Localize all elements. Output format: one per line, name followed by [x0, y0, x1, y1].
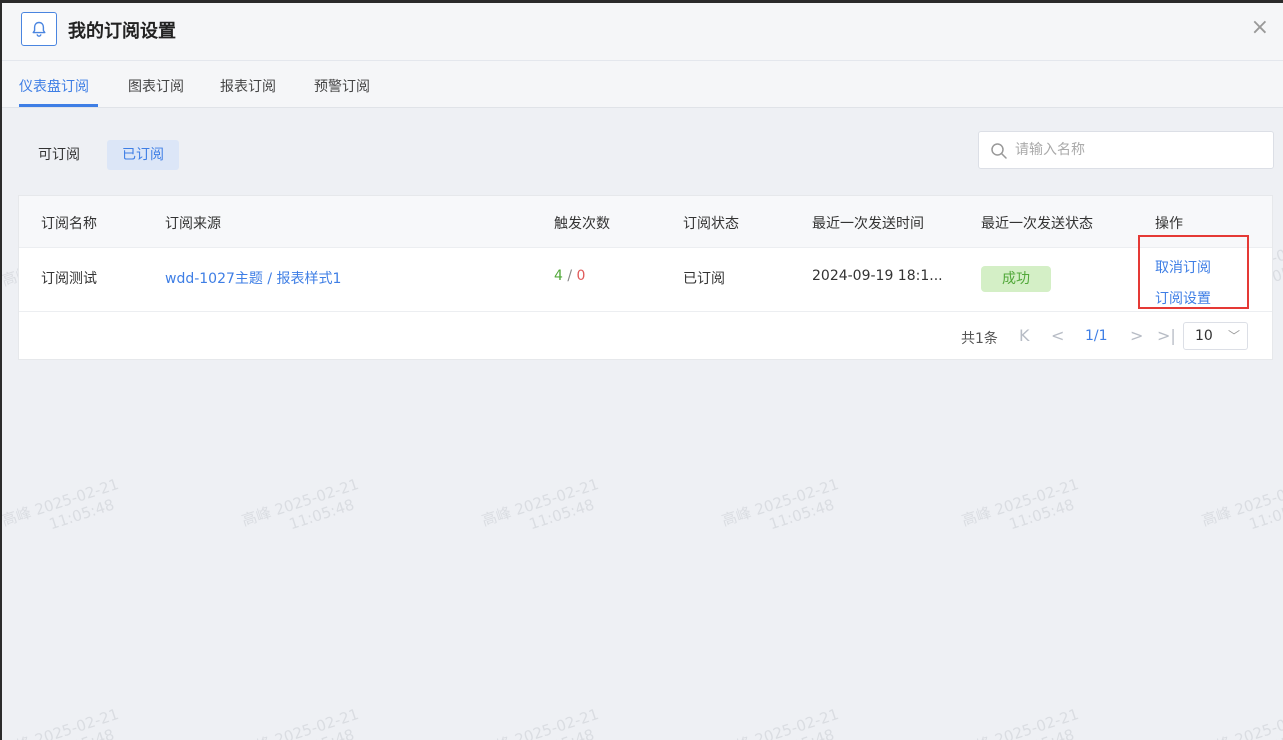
prev-page-icon[interactable]: < — [1051, 326, 1064, 345]
watermark-text: 高峰 2025-02-2111:05:48 — [959, 705, 1081, 740]
filter-available-button[interactable]: 可订阅 — [23, 140, 95, 170]
unsubscribe-link[interactable]: 取消订阅 — [1155, 253, 1211, 284]
row-last-send-time: 2024-09-19 18:1... — [812, 268, 943, 284]
trigger-separator: / — [562, 268, 577, 284]
chevron-down-icon: ﹀ — [1227, 329, 1240, 343]
status-badge: 成功 — [981, 266, 1051, 292]
page-size-select[interactable]: 10 ﹀ — [1183, 322, 1248, 350]
trigger-fail-count: 0 — [576, 268, 586, 284]
first-page-icon[interactable]: K — [1019, 326, 1030, 345]
dialog-header: 我的订阅设置 × — [2, 3, 1283, 61]
search-icon — [991, 143, 1007, 159]
dialog-title: 我的订阅设置 — [68, 21, 176, 42]
tab-bar: 仪表盘订阅 图表订阅 报表订阅 预警订阅 — [2, 61, 1283, 108]
row-trigger-count: 4 / 0 — [554, 268, 585, 284]
col-last-send-time: 最近一次发送时间 — [812, 216, 924, 232]
col-last-send-status: 最近一次发送状态 — [981, 216, 1093, 232]
close-icon[interactable]: × — [1251, 17, 1269, 39]
subscription-settings-dialog: 高峰 2025-02-21 11:05:48 高峰 2025-02-21 11:05:… — [2, 3, 1283, 740]
watermark-text: 高峰 2025-02-2111:05:48 — [2, 705, 121, 740]
trigger-success-count: 4 — [554, 268, 563, 284]
page-size-value: 10 — [1195, 328, 1213, 344]
watermark-text: 高峰 2025-02-2111:05:48 — [959, 475, 1081, 534]
subscription-table: 订阅名称 订阅来源 触发次数 订阅状态 最近一次发送时间 最近一次发送状态 操作… — [18, 195, 1273, 360]
col-name: 订阅名称 — [41, 216, 97, 232]
next-page-icon[interactable]: > — [1130, 326, 1143, 345]
watermark-text: 高峰 2025-02-2111:05:48 — [719, 475, 841, 534]
row-source-link[interactable]: wdd-1027主题 / 报表样式1 — [165, 268, 341, 288]
table-row: 订阅测试 wdd-1027主题 / 报表样式1 4 / 0 已订阅 2024-0… — [19, 248, 1272, 312]
pagination: 共1条 K < 1/1 > >| 10 ﹀ — [19, 312, 1272, 360]
tab-alert-subscription[interactable]: 预警订阅 — [314, 76, 370, 96]
row-actions: 取消订阅 订阅设置 — [1155, 253, 1211, 315]
col-status: 订阅状态 — [683, 216, 739, 232]
row-status: 已订阅 — [683, 271, 725, 287]
watermark-text: 高峰 2025-02-2111:05:48 — [239, 475, 361, 534]
active-tab-indicator — [19, 104, 98, 107]
col-actions: 操作 — [1155, 216, 1183, 232]
filter-subscribed-button[interactable]: 已订阅 — [107, 140, 179, 170]
watermark-text: 高峰 2025-02-2111:05:48 — [1199, 475, 1283, 534]
watermark-text: 高峰 2025-02-2111:05:48 — [479, 475, 601, 534]
col-trigger-count: 触发次数 — [554, 216, 610, 232]
table-header: 订阅名称 订阅来源 触发次数 订阅状态 最近一次发送时间 最近一次发送状态 操作 — [19, 196, 1272, 248]
tab-chart-subscription[interactable]: 图表订阅 — [128, 76, 184, 96]
watermark-text: 高峰 2025-02-2111:05:48 — [2, 475, 121, 534]
search-input[interactable] — [1015, 139, 1255, 161]
watermark-text: 高峰 2025-02-2111:05:48 — [479, 705, 601, 740]
tab-report-subscription[interactable]: 报表订阅 — [220, 76, 276, 96]
search-box[interactable] — [978, 131, 1274, 169]
subscription-settings-link[interactable]: 订阅设置 — [1155, 284, 1211, 315]
watermark-text: 高峰 2025-02-2111:05:48 — [719, 705, 841, 740]
col-source: 订阅来源 — [165, 216, 221, 232]
watermark-text: 高峰 2025-02-2111:05:48 — [239, 705, 361, 740]
tab-dashboard-subscription[interactable]: 仪表盘订阅 — [19, 76, 89, 96]
bell-icon — [21, 12, 57, 46]
pagination-current: 1/1 — [1085, 328, 1108, 344]
pagination-total: 共1条 — [961, 331, 998, 347]
row-name: 订阅测试 — [41, 271, 97, 287]
watermark-text: 高峰 2025-02-2111:05:48 — [1199, 705, 1283, 740]
last-page-icon[interactable]: >| — [1157, 326, 1176, 345]
